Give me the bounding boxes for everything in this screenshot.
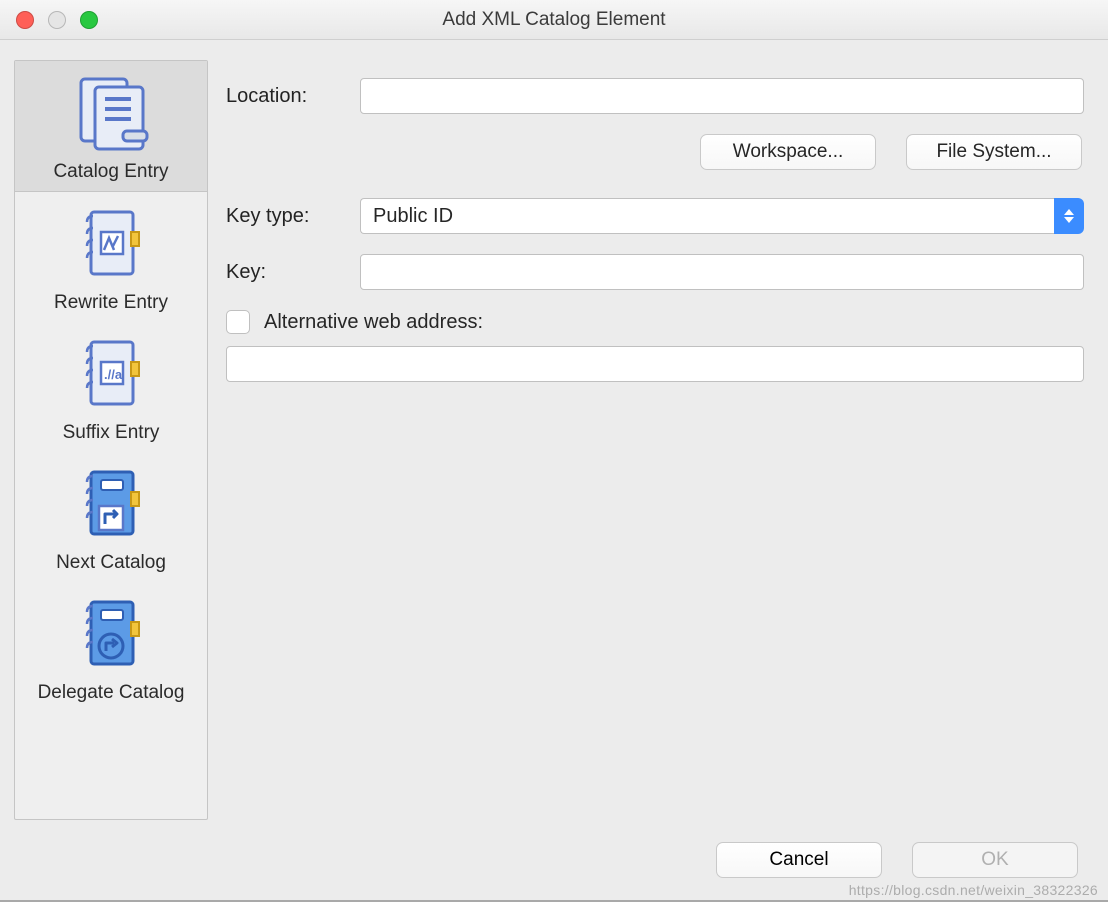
delegate-catalog-icon xyxy=(69,592,153,676)
rewrite-entry-icon xyxy=(69,202,153,286)
form-panel: Location: Workspace... File System... Ke… xyxy=(226,60,1094,820)
svg-text:.//a: .//a xyxy=(104,367,123,382)
keytype-value: Public ID xyxy=(360,198,1054,234)
sidebar-item-label: Delegate Catalog xyxy=(38,682,185,704)
alt-address-row: Alternative web address: xyxy=(226,310,1084,334)
location-row: Location: xyxy=(226,78,1084,114)
keytype-row: Key type: Public ID xyxy=(226,198,1084,234)
keytype-label: Key type: xyxy=(226,205,360,228)
sidebar-item-suffix-entry[interactable]: .//a Suffix Entry xyxy=(15,322,207,452)
sidebar-item-delegate-catalog[interactable]: Delegate Catalog xyxy=(15,582,207,712)
sidebar: Catalog Entry Rewrite Entry xyxy=(14,60,208,820)
next-catalog-icon xyxy=(69,462,153,546)
catalog-entry-icon xyxy=(69,71,153,155)
sidebar-item-label: Catalog Entry xyxy=(53,161,168,183)
sidebar-item-rewrite-entry[interactable]: Rewrite Entry xyxy=(15,192,207,322)
sidebar-item-label: Rewrite Entry xyxy=(54,292,168,314)
dialog-window: Add XML Catalog Element Catalog Entry xyxy=(0,0,1108,902)
alt-address-label: Alternative web address: xyxy=(264,311,483,334)
file-system-button[interactable]: File System... xyxy=(906,134,1082,170)
location-label: Location: xyxy=(226,85,360,108)
sidebar-item-label: Next Catalog xyxy=(56,552,166,574)
ok-button: OK xyxy=(912,842,1078,878)
dialog-body: Catalog Entry Rewrite Entry xyxy=(0,40,1108,820)
alt-address-input[interactable] xyxy=(226,346,1084,382)
sidebar-item-catalog-entry[interactable]: Catalog Entry xyxy=(15,61,207,192)
sidebar-item-label: Suffix Entry xyxy=(63,422,160,444)
cancel-button[interactable]: Cancel xyxy=(716,842,882,878)
titlebar: Add XML Catalog Element xyxy=(0,0,1108,40)
key-label: Key: xyxy=(226,261,360,284)
location-input[interactable] xyxy=(360,78,1084,114)
keytype-select[interactable]: Public ID xyxy=(360,198,1084,234)
window-title: Add XML Catalog Element xyxy=(0,9,1108,31)
alt-address-checkbox[interactable] xyxy=(226,310,250,334)
location-buttons: Workspace... File System... xyxy=(226,134,1084,170)
sidebar-item-next-catalog[interactable]: Next Catalog xyxy=(15,452,207,582)
dialog-footer: Cancel OK https://blog.csdn.net/weixin_3… xyxy=(0,820,1108,900)
key-row: Key: xyxy=(226,254,1084,290)
key-input[interactable] xyxy=(360,254,1084,290)
watermark-text: https://blog.csdn.net/weixin_38322326 xyxy=(849,882,1098,898)
workspace-button[interactable]: Workspace... xyxy=(700,134,876,170)
select-stepper-icon xyxy=(1054,198,1084,234)
suffix-entry-icon: .//a xyxy=(69,332,153,416)
